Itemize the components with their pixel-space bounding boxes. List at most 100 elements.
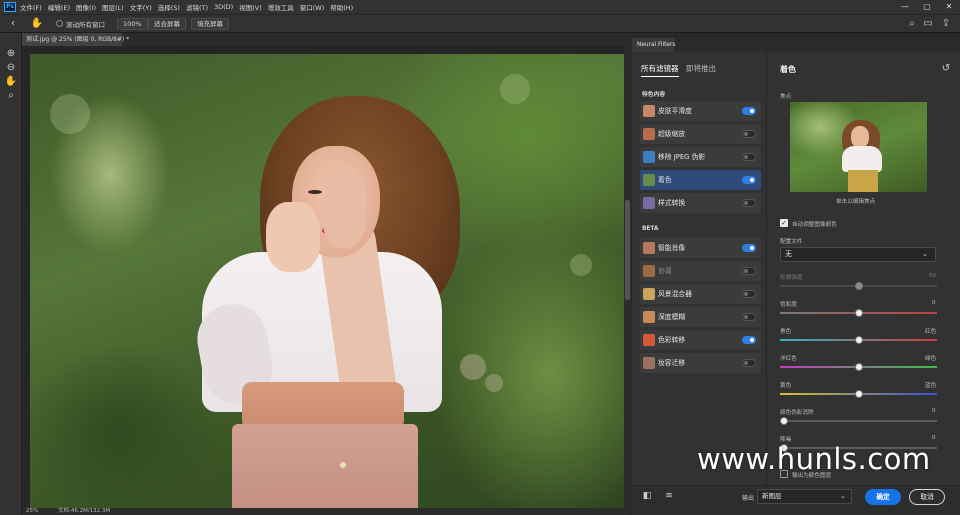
filter-row[interactable]: 皮肤平滑度: [640, 101, 761, 121]
menu-window[interactable]: 窗口(W): [300, 2, 325, 12]
filter-toggle[interactable]: [742, 199, 756, 207]
filter-toggle[interactable]: [742, 267, 756, 275]
document-tab[interactable]: 测试.jpg @ 25% (图层 0, RGB/8#) *: [22, 33, 129, 46]
hand-icon[interactable]: ✋: [4, 75, 18, 89]
cancel-button[interactable]: 取消: [909, 489, 945, 505]
filter-row[interactable]: 着色: [640, 170, 761, 190]
photoshop-window: Ps 文件(F) 编辑(E) 图像(I) 图层(L) 文字(Y) 选择(S) 滤…: [0, 0, 960, 515]
profile-strength-knob[interactable]: [854, 282, 863, 290]
filter-row[interactable]: 超级缩放: [640, 124, 761, 144]
cyan-red-knob[interactable]: [854, 336, 863, 344]
focus-caption: 单击以编辑焦点: [836, 199, 876, 205]
auto-color-checkbox[interactable]: ✓: [780, 219, 788, 227]
profile-strength-label: 轮廓强度: [780, 275, 803, 281]
zoom-100-button[interactable]: 100%: [117, 18, 148, 30]
maximize-button[interactable]: ▢: [916, 0, 938, 14]
filter-row[interactable]: 移除 JPEG 伪影: [640, 147, 761, 167]
artifact-track[interactable]: [780, 420, 937, 422]
preview-shirt: [842, 146, 882, 172]
fit-screen-button[interactable]: 适合屏幕: [148, 18, 186, 30]
menu-3d[interactable]: 3D(D): [214, 3, 233, 11]
filter-thumbnail-icon: [643, 357, 655, 369]
bokeh: [460, 354, 486, 380]
filter-row[interactable]: 样式转换: [640, 193, 761, 213]
filter-row[interactable]: 协调: [640, 261, 761, 281]
vertical-scrollbar-thumb[interactable]: [625, 200, 630, 300]
profile-select-value: 无: [785, 250, 792, 258]
workspace-icon[interactable]: ▭: [921, 17, 935, 31]
hand-tool-icon[interactable]: ✋: [30, 17, 44, 31]
filter-toggle[interactable]: [742, 336, 756, 344]
artifact-knob[interactable]: [780, 417, 788, 425]
menu-image[interactable]: 图像(I): [76, 2, 96, 12]
filter-label: 皮肤平滑度: [658, 107, 692, 115]
compare-icon[interactable]: ◧: [641, 490, 653, 502]
watermark: www.hunls.com: [697, 442, 931, 476]
menu-plugins[interactable]: 增效工具: [268, 2, 294, 12]
eye: [308, 190, 322, 194]
profile-strength-value: 50: [929, 273, 937, 279]
filter-row[interactable]: 妆容迁移: [640, 353, 761, 373]
profile-label: 配置文件: [780, 239, 803, 245]
magenta-green-knob[interactable]: [854, 363, 863, 371]
minimize-button[interactable]: —: [894, 0, 916, 14]
filter-toggle[interactable]: [742, 130, 756, 138]
filter-toggle[interactable]: [742, 153, 756, 161]
photoshop-logo: Ps: [4, 2, 16, 12]
menu-type[interactable]: 文字(Y): [130, 2, 152, 12]
magnifier-icon[interactable]: ⌕: [4, 89, 18, 103]
filter-row[interactable]: 色彩转移: [640, 330, 761, 350]
menu-filter[interactable]: 滤镜(T): [186, 2, 208, 12]
menu-view[interactable]: 视图(V): [239, 2, 262, 12]
scroll-all-label: 滚动所有窗口: [66, 21, 105, 29]
toggle-knob: [744, 132, 748, 136]
toggle-knob: [744, 201, 748, 205]
filter-toggle[interactable]: [742, 290, 756, 298]
filter-thumbnail-icon: [643, 334, 655, 346]
back-chevron-icon[interactable]: ‹: [6, 17, 20, 31]
saturation-knob[interactable]: [854, 309, 863, 317]
menu-select[interactable]: 选择(S): [158, 2, 180, 12]
filter-toggle[interactable]: [742, 359, 756, 367]
close-window-button[interactable]: ✕: [938, 0, 960, 14]
menu-layer[interactable]: 图层(L): [102, 2, 124, 12]
filter-toggle[interactable]: [742, 176, 756, 184]
bokeh: [485, 374, 503, 392]
filter-toggle[interactable]: [742, 313, 756, 321]
filter-row[interactable]: 风景混合器: [640, 284, 761, 304]
share-icon[interactable]: ⇪: [939, 17, 953, 31]
focus-preview[interactable]: [790, 102, 927, 192]
filter-toggle[interactable]: [742, 244, 756, 252]
zoom-out-icon[interactable]: ⊖: [4, 61, 18, 75]
filter-row[interactable]: 深度模糊: [640, 307, 761, 327]
saturation-label: 饱和度: [780, 302, 797, 308]
ok-button[interactable]: 确定: [865, 489, 901, 505]
filter-thumbnail-icon: [643, 174, 655, 186]
profile-select[interactable]: [780, 247, 936, 262]
search-icon[interactable]: ⌕: [905, 17, 919, 31]
fill-screen-button[interactable]: 填充屏幕: [191, 18, 229, 30]
menu-edit[interactable]: 编辑(E): [48, 2, 70, 12]
menu-bar: Ps 文件(F) 编辑(E) 图像(I) 图层(L) 文字(Y) 选择(S) 滤…: [0, 0, 960, 14]
bokeh: [500, 74, 530, 104]
layers-icon[interactable]: ≋: [663, 490, 675, 502]
zoom-in-icon[interactable]: ⊕: [4, 47, 18, 61]
toggle-knob: [744, 292, 748, 296]
tab-all-filters[interactable]: 所有滤镜器: [641, 63, 679, 77]
menu-file[interactable]: 文件(F): [20, 2, 42, 12]
tab-coming-soon[interactable]: 即将推出: [686, 63, 716, 74]
noise-value: 0: [932, 435, 936, 441]
filter-thumbnail-icon: [643, 105, 655, 117]
menu-help[interactable]: 帮助(H): [330, 2, 353, 12]
filter-row[interactable]: 智能肖像: [640, 238, 761, 258]
filter-label: 深度模糊: [658, 313, 686, 321]
filter-toggle[interactable]: [742, 107, 756, 115]
toggle-knob: [750, 178, 754, 182]
neural-filters-tab[interactable]: Neural Filters: [632, 38, 675, 52]
artifact-value: 0: [932, 408, 936, 414]
yellow-blue-knob[interactable]: [854, 390, 863, 398]
toggle-knob: [744, 155, 748, 159]
document-image[interactable]: [30, 54, 624, 510]
reset-icon[interactable]: ↺: [940, 63, 952, 75]
scroll-all-checkbox[interactable]: [56, 20, 63, 27]
